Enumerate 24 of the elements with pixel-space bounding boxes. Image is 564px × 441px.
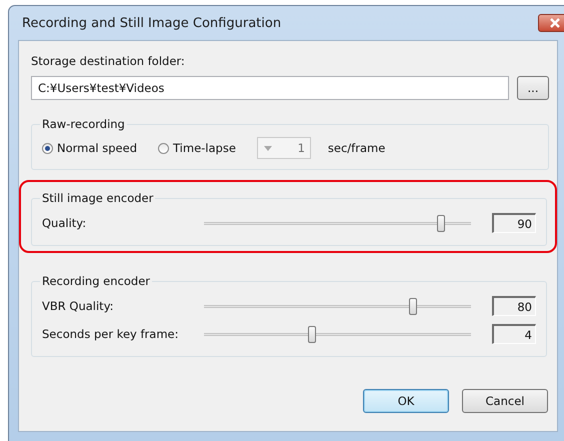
group-title: Raw-recording — [41, 117, 126, 131]
setting-label: VBR Quality: — [42, 299, 115, 313]
setting-label: Quality: — [42, 216, 88, 230]
slider-thumb[interactable] — [408, 298, 417, 314]
value-field[interactable]: 90 — [492, 213, 536, 233]
slider-thumb[interactable] — [437, 214, 446, 232]
browse-button[interactable]: ... — [517, 76, 549, 100]
unit-label: sec/frame — [328, 141, 386, 155]
dropdown-arrow-icon — [264, 146, 272, 150]
group-title: Recording encoder — [41, 274, 151, 288]
folder-path-field[interactable]: C:¥Users¥test¥Videos — [31, 76, 509, 100]
field-label: Storage destination folder: — [31, 53, 186, 69]
radio-option[interactable]: Normal speed — [42, 141, 138, 155]
dialog-button[interactable]: Cancel — [462, 389, 548, 413]
group-title: Still image encoder — [41, 191, 154, 205]
close-icon — [549, 18, 561, 28]
dialog-button[interactable]: OK — [363, 389, 449, 413]
radio-option[interactable]: Time-lapse — [158, 141, 236, 155]
close-button[interactable] — [538, 14, 564, 32]
slider-thumb[interactable] — [308, 326, 316, 342]
window-title: Recording and Still Image Configuration — [22, 16, 282, 30]
value-field[interactable]: 4 — [492, 324, 536, 344]
setting-label: Seconds per key frame: — [42, 327, 180, 341]
value-field[interactable]: 80 — [492, 296, 536, 316]
